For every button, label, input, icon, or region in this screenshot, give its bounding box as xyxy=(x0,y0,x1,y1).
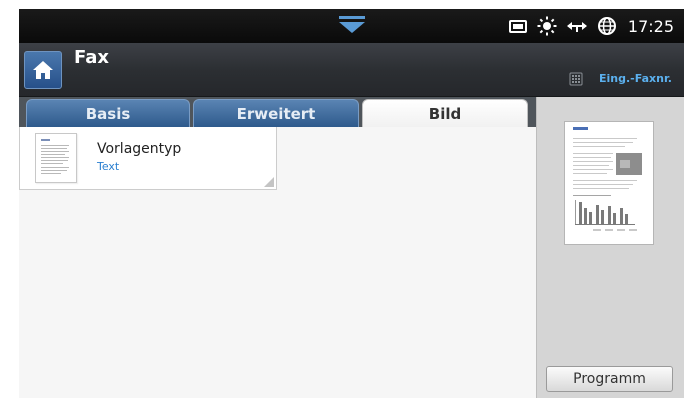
program-button[interactable]: Programm xyxy=(546,366,673,392)
tab-erweitert[interactable]: Erweitert xyxy=(193,99,359,127)
toner-icon xyxy=(508,20,527,33)
preview-panel: Programm xyxy=(536,97,684,398)
sun-icon xyxy=(537,16,557,36)
document-thumbnail-icon xyxy=(35,133,77,183)
fax-id-icon[interactable] xyxy=(569,72,583,86)
network-icon xyxy=(566,22,587,32)
tab-basis[interactable]: Basis xyxy=(26,99,190,127)
page-title: Fax xyxy=(74,47,109,68)
notification-pulldown-icon[interactable] xyxy=(337,15,367,35)
text-document-icon xyxy=(41,139,69,174)
title-bar: Fax Eing.-Faxnr. xyxy=(19,43,684,97)
option-value: Text xyxy=(97,160,120,173)
preview-thumbnail xyxy=(564,121,654,245)
original-type-option[interactable]: Vorlagentyp Text xyxy=(19,127,277,190)
tab-bar: Basis Erweitert Bild xyxy=(19,97,536,127)
globe-icon xyxy=(597,17,616,35)
status-icons: 17:25 xyxy=(508,9,674,43)
home-button[interactable] xyxy=(24,51,62,89)
fax-id-label[interactable]: Eing.-Faxnr. xyxy=(599,72,672,85)
preview-page-image xyxy=(573,127,642,231)
status-bar: 17:25 xyxy=(19,9,684,43)
clock: 17:25 xyxy=(627,16,674,36)
home-icon xyxy=(33,61,53,79)
device-screen: 17:25 Fax Eing.-Faxnr. Basis Erweitert B… xyxy=(19,9,684,398)
options-panel: Vorlagentyp Text xyxy=(19,127,536,398)
expand-corner-icon xyxy=(264,177,274,187)
tab-bild[interactable]: Bild xyxy=(362,99,528,127)
option-title: Vorlagentyp xyxy=(97,141,182,157)
